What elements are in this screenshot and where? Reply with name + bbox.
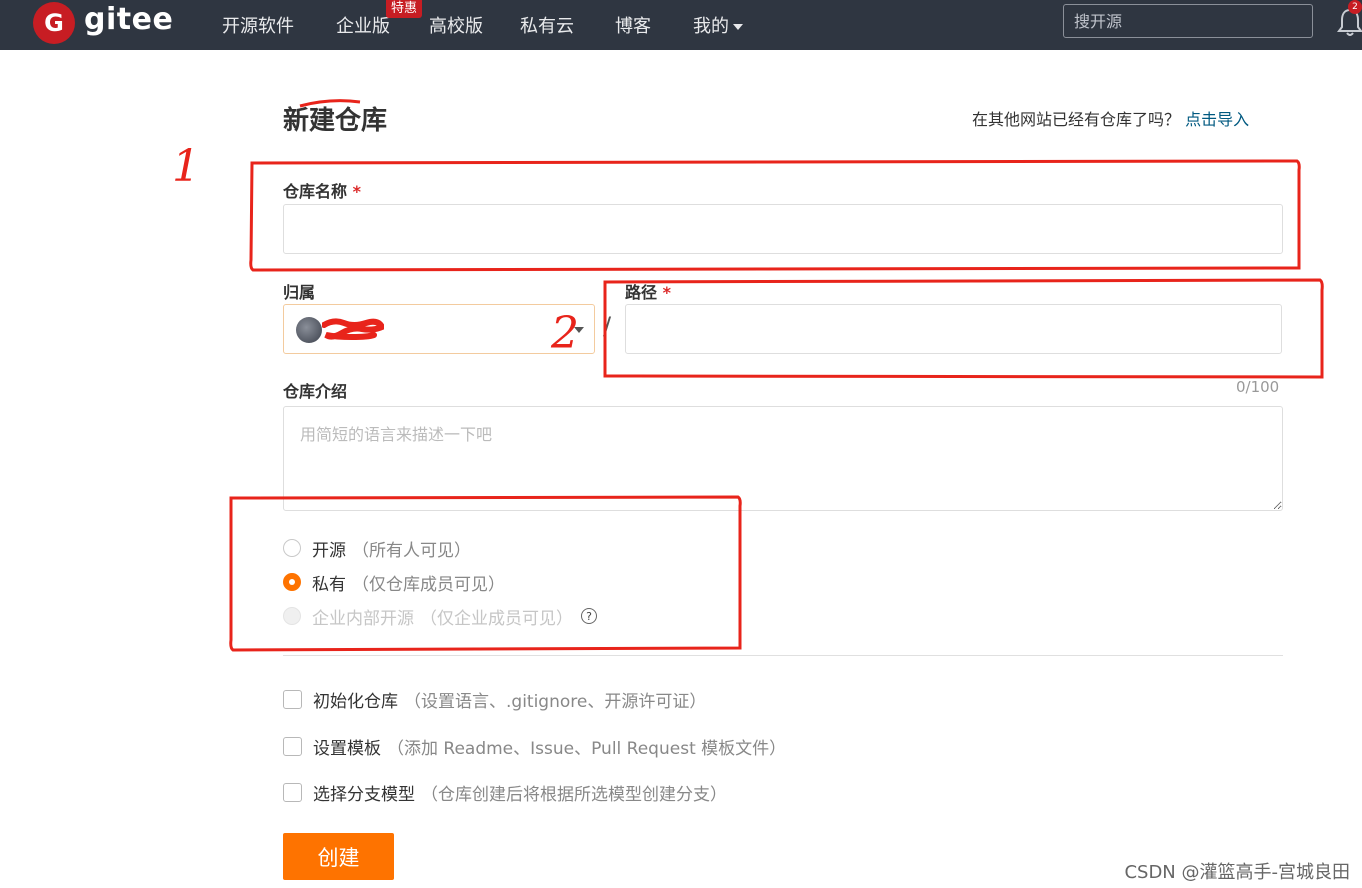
divider [283, 655, 1283, 656]
page-title: 新建仓库 [283, 106, 388, 136]
import-hint: 在其他网站已经有仓库了吗？ 点击导入 [972, 106, 1249, 130]
description-label: 仓库介绍 [283, 382, 348, 401]
radio-label: 企业内部开源 [312, 608, 414, 629]
required-mark: * [352, 182, 361, 201]
repo-name-label-text: 仓库名称 [283, 182, 348, 201]
option-branch-model[interactable]: 选择分支模型 （仓库创建后将根据所选模型创建分支） [283, 780, 727, 805]
nav-item-private-cloud[interactable]: 私有云 [520, 12, 574, 38]
description-textarea[interactable] [283, 406, 1283, 511]
help-icon[interactable]: ? [581, 608, 597, 624]
radio-hint: （所有人可见） [352, 540, 471, 561]
watermark: CSDN @灌篮高手-宫城良田 [1124, 862, 1350, 883]
checkbox[interactable] [283, 736, 302, 756]
path-label: 路径 * [625, 279, 671, 303]
nav-item-education[interactable]: 高校版 [429, 12, 483, 38]
redaction-scribble [322, 318, 384, 341]
nav-item-open-source[interactable]: 开源软件 [222, 12, 294, 38]
radio-button[interactable] [283, 573, 301, 591]
radio-label: 私有 [312, 574, 346, 595]
gitee-logo-icon[interactable]: G [33, 2, 75, 44]
checkbox-label: 初始化仓库 [313, 691, 398, 712]
search-input[interactable] [1063, 4, 1313, 38]
option-template[interactable]: 设置模板 （添加 Readme、Issue、Pull Request 模板文件） [283, 734, 787, 759]
description-counter: 0/100 [1236, 378, 1280, 396]
nav-item-enterprise[interactable]: 企业版 [336, 12, 390, 38]
checkbox[interactable] [283, 689, 302, 709]
nav-item-mine-label: 我的 [693, 16, 729, 37]
checkbox-hint: （添加 Readme、Issue、Pull Request 模板文件） [387, 738, 787, 759]
owner-select[interactable] [283, 304, 595, 354]
repo-name-input[interactable] [283, 204, 1283, 254]
nav-item-blog[interactable]: 博客 [615, 12, 651, 38]
radio-hint: （仅企业成员可见） [420, 608, 573, 629]
annotation-marker-2: 2 [551, 308, 579, 359]
top-navbar: G gitee 开源软件 企业版 特惠 高校版 私有云 博客 我的 2 [0, 0, 1362, 50]
visibility-option-private[interactable]: 私有 （仅仓库成员可见） [283, 570, 505, 595]
path-separator: / [603, 312, 612, 340]
radio-hint: （仅仓库成员可见） [352, 574, 505, 595]
logo-letter: G [44, 9, 64, 37]
radio-label: 开源 [312, 540, 346, 561]
chevron-down-icon [733, 24, 743, 30]
logo-text[interactable]: gitee [84, 2, 173, 37]
nav-item-mine[interactable]: 我的 [693, 12, 743, 38]
required-mark: * [662, 283, 671, 302]
option-init-repo[interactable]: 初始化仓库 （设置语言、.gitignore、开源许可证） [283, 687, 707, 712]
notification-count-badge: 2 [1348, 0, 1362, 14]
import-hint-text: 在其他网站已经有仓库了吗？ [972, 110, 1181, 129]
create-button[interactable]: 创建 [283, 833, 394, 880]
visibility-option-enterprise: 企业内部开源 （仅企业成员可见） ? [283, 604, 597, 629]
promo-badge: 特惠 [386, 0, 423, 18]
checkbox-label: 设置模板 [313, 738, 381, 759]
visibility-option-public[interactable]: 开源 （所有人可见） [283, 536, 471, 561]
checkbox-hint: （设置语言、.gitignore、开源许可证） [404, 691, 707, 712]
avatar [296, 317, 322, 343]
owner-label: 归属 [283, 283, 316, 302]
radio-button [283, 607, 301, 625]
annotation-marker-1: 1 [172, 141, 200, 192]
radio-button[interactable] [283, 539, 301, 557]
path-label-text: 路径 [625, 283, 658, 302]
checkbox-hint: （仓库创建后将根据所选模型创建分支） [421, 784, 727, 805]
import-link[interactable]: 点击导入 [1185, 110, 1249, 129]
checkbox[interactable] [283, 782, 302, 802]
repo-name-label: 仓库名称 * [283, 178, 361, 202]
path-input[interactable] [625, 304, 1282, 354]
checkbox-label: 选择分支模型 [313, 784, 415, 805]
